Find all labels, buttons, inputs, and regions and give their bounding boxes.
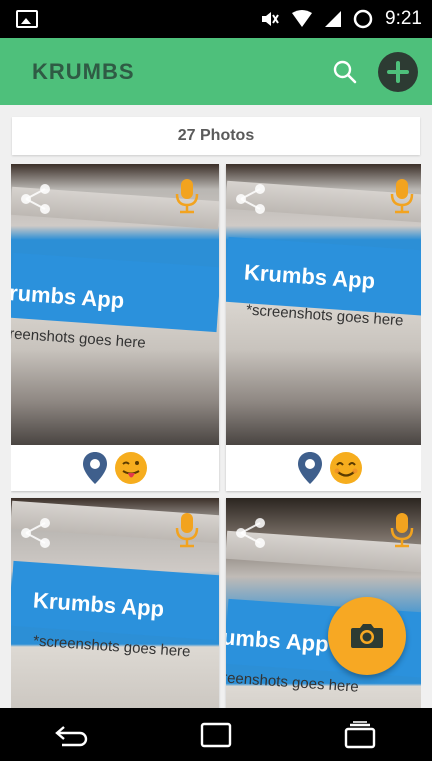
- location-pin-icon[interactable]: [82, 451, 108, 485]
- image-notification-icon: [16, 10, 38, 28]
- system-nav-bar: [0, 708, 432, 761]
- share-icon[interactable]: [234, 516, 268, 555]
- home-icon: [200, 722, 232, 747]
- photo-card[interactable]: umbs App reenshots goes here: [226, 498, 421, 709]
- camera-fab-button[interactable]: [328, 597, 406, 675]
- photo-card[interactable]: rumbs App reenshots goes here: [11, 164, 219, 491]
- add-icon[interactable]: [378, 51, 418, 92]
- microphone-icon[interactable]: [175, 512, 199, 553]
- recents-button[interactable]: [330, 715, 390, 755]
- microphone-icon[interactable]: [390, 512, 414, 553]
- recents-icon: [344, 720, 376, 748]
- back-icon: [55, 725, 88, 746]
- app-bar: KRUMBS: [0, 38, 432, 105]
- status-time: 9:21: [385, 8, 422, 29]
- photo-card-footer: [226, 445, 421, 491]
- photo-caption-text: reenshots goes here: [226, 669, 360, 696]
- back-button[interactable]: [42, 715, 102, 755]
- photo-count-bar: 27 Photos: [12, 117, 420, 155]
- status-icons: 9:21: [259, 8, 422, 30]
- status-bar: 9:21: [0, 0, 432, 38]
- signal-icon: [325, 10, 342, 28]
- wifi-icon: [291, 10, 313, 28]
- search-icon[interactable]: [332, 59, 358, 85]
- app-title: KRUMBS: [32, 58, 135, 84]
- app-bar-actions: [332, 51, 418, 92]
- share-icon[interactable]: [234, 182, 268, 221]
- location-pin-icon[interactable]: [297, 451, 323, 485]
- share-icon[interactable]: [19, 516, 53, 555]
- battery-icon: [353, 9, 373, 29]
- share-icon[interactable]: [19, 182, 53, 221]
- photo-card[interactable]: Krumbs App *screenshots goes here: [226, 164, 421, 491]
- microphone-icon[interactable]: [390, 178, 414, 219]
- smiling-emoji-icon[interactable]: [329, 451, 363, 485]
- photo-card[interactable]: Krumbs App *screenshots goes here: [11, 498, 219, 709]
- microphone-icon[interactable]: [175, 178, 199, 219]
- camera-icon: [351, 624, 383, 648]
- home-button[interactable]: [186, 715, 246, 755]
- mute-icon: [259, 10, 279, 28]
- tongue-out-emoji-icon[interactable]: [114, 451, 148, 485]
- photo-count-label: 27 Photos: [177, 127, 255, 144]
- photo-card-footer: [11, 445, 219, 491]
- photo-caption-text: reenshots goes here: [11, 325, 147, 352]
